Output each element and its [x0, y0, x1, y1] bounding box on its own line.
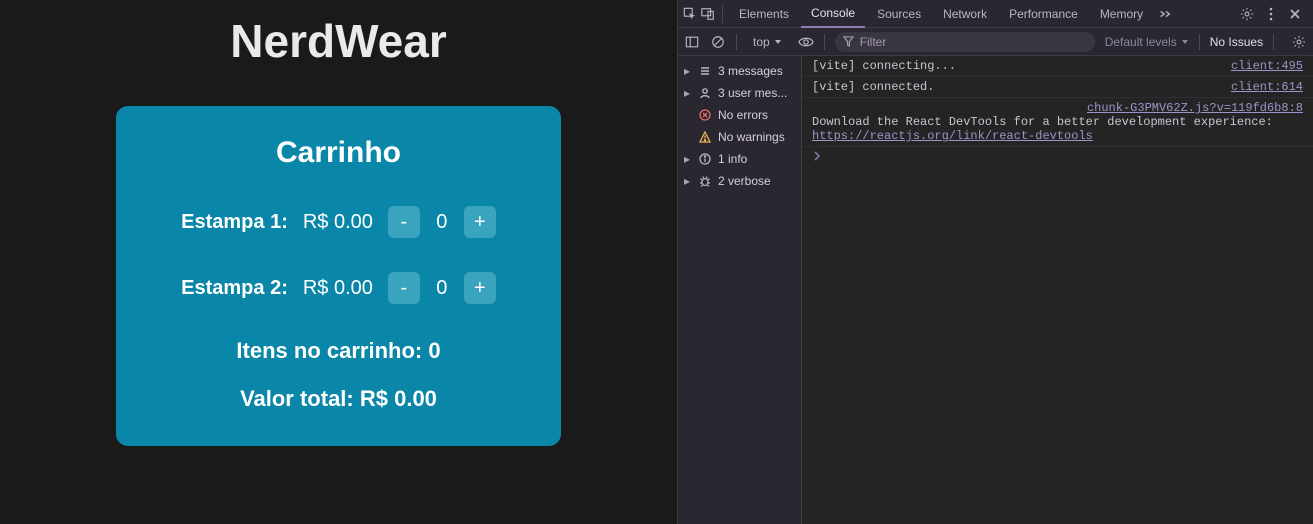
plus-icon: + — [474, 277, 486, 300]
console-toolbar: top Filter Default levels No Issues — [678, 28, 1313, 56]
clear-console-icon[interactable] — [710, 34, 726, 50]
context-label: top — [753, 35, 770, 49]
log-message: [vite] connecting... — [812, 59, 1221, 73]
inspect-icon[interactable] — [682, 6, 698, 22]
increment-button[interactable]: + — [464, 206, 496, 238]
sidebar-item-warnings[interactable]: No warnings — [678, 126, 801, 148]
console-prompt[interactable] — [802, 147, 1313, 165]
list-icon — [698, 64, 712, 78]
console-sidebar: ▸ 3 messages ▸ 3 user mes... No errors — [678, 56, 802, 524]
gear-icon[interactable] — [1239, 6, 1255, 22]
log-source-link[interactable]: chunk-G3PMV62Z.js?v=119fd6b8:8 — [1087, 101, 1303, 115]
cart-value-total: Valor total: R$ 0.00 — [138, 386, 539, 412]
filter-placeholder: Filter — [860, 35, 887, 49]
cart-item-label: Estampa 1: — [181, 211, 288, 234]
tab-sources[interactable]: Sources — [867, 0, 931, 28]
log-link[interactable]: https://reactjs.org/link/react-devtools — [812, 129, 1093, 143]
decrement-button[interactable]: - — [388, 206, 420, 238]
tab-memory[interactable]: Memory — [1090, 0, 1153, 28]
tab-network[interactable]: Network — [933, 0, 997, 28]
sidebar-item-messages[interactable]: ▸ 3 messages — [678, 60, 801, 82]
cart-item-qty: 0 — [434, 211, 450, 234]
log-source-link[interactable]: client:614 — [1231, 80, 1303, 94]
minus-icon: - — [401, 211, 408, 234]
cart-heading: Carrinho — [138, 136, 539, 170]
console-log-row: [vite] connecting... client:495 — [802, 56, 1313, 77]
levels-label: Default levels — [1105, 35, 1177, 49]
device-toolbar-icon[interactable] — [700, 6, 716, 22]
cart-row: Estampa 1: R$ 0.00 - 0 + — [138, 206, 539, 238]
context-selector[interactable]: top — [747, 33, 788, 51]
divider — [1199, 34, 1200, 50]
tab-console[interactable]: Console — [801, 0, 865, 28]
divider — [824, 34, 825, 50]
sidebar-item-user-messages[interactable]: ▸ 3 user mes... — [678, 82, 801, 104]
chevron-right-icon: ▸ — [684, 174, 692, 188]
log-message: Download the React DevTools for a better… — [812, 115, 1303, 143]
app-title: NerdWear — [230, 14, 446, 68]
eye-icon[interactable] — [798, 34, 814, 50]
user-icon — [698, 86, 712, 100]
spacer — [812, 101, 1077, 115]
tab-elements[interactable]: Elements — [729, 0, 799, 28]
sidebar-item-verbose[interactable]: ▸ 2 verbose — [678, 170, 801, 192]
log-source-link[interactable]: client:495 — [1231, 59, 1303, 73]
kebab-icon[interactable] — [1263, 6, 1279, 22]
sidebar-item-info[interactable]: ▸ 1 info — [678, 148, 801, 170]
more-tabs-icon[interactable] — [1157, 6, 1173, 22]
sidebar-label: No errors — [718, 108, 768, 122]
funnel-icon — [843, 36, 854, 47]
console-log-row: [vite] connected. client:614 — [802, 77, 1313, 98]
sidebar-label: 1 info — [718, 152, 747, 166]
cart-row: Estampa 2: R$ 0.00 - 0 + — [138, 272, 539, 304]
console-output: [vite] connecting... client:495 [vite] c… — [802, 56, 1313, 524]
devtools-body: ▸ 3 messages ▸ 3 user mes... No errors — [678, 56, 1313, 524]
sidebar-item-errors[interactable]: No errors — [678, 104, 801, 126]
filter-input[interactable]: Filter — [835, 32, 1095, 52]
log-message: [vite] connected. — [812, 80, 1221, 94]
divider — [722, 5, 723, 23]
minus-icon: - — [401, 277, 408, 300]
cart-items-count: Itens no carrinho: 0 — [138, 338, 539, 364]
decrement-button[interactable]: - — [388, 272, 420, 304]
app-pane: NerdWear Carrinho Estampa 1: R$ 0.00 - 0… — [0, 0, 677, 524]
chevron-right-icon: ▸ — [684, 86, 692, 100]
bug-icon — [698, 174, 712, 188]
log-text: Download the React DevTools for a better… — [812, 115, 1280, 129]
cart-item-price: R$ 0.00 — [302, 211, 374, 234]
cart-card: Carrinho Estampa 1: R$ 0.00 - 0 + Estamp… — [116, 106, 561, 446]
info-icon — [698, 152, 712, 166]
gear-icon[interactable] — [1291, 34, 1307, 50]
console-log-row: chunk-G3PMV62Z.js?v=119fd6b8:8 Download … — [802, 98, 1313, 147]
sidebar-label: 3 user mes... — [718, 86, 787, 100]
sidebar-label: 3 messages — [718, 64, 783, 78]
error-icon — [698, 108, 712, 122]
chevron-down-icon — [774, 38, 782, 46]
tab-performance[interactable]: Performance — [999, 0, 1088, 28]
chevron-down-icon — [1181, 38, 1189, 46]
sidebar-label: No warnings — [718, 130, 785, 144]
cart-item-price: R$ 0.00 — [302, 277, 374, 300]
increment-button[interactable]: + — [464, 272, 496, 304]
cart-item-label: Estampa 2: — [181, 277, 288, 300]
chevron-right-icon: ▸ — [684, 152, 692, 166]
plus-icon: + — [474, 211, 486, 234]
warning-icon — [698, 130, 712, 144]
close-icon[interactable] — [1287, 6, 1303, 22]
divider — [1273, 34, 1274, 50]
sidebar-label: 2 verbose — [718, 174, 771, 188]
log-levels-selector[interactable]: Default levels — [1105, 35, 1189, 49]
chevron-right-icon — [812, 151, 822, 161]
issues-button[interactable]: No Issues — [1210, 35, 1263, 49]
sidebar-toggle-icon[interactable] — [684, 34, 700, 50]
devtools-panel: Elements Console Sources Network Perform… — [677, 0, 1313, 524]
devtools-tabs: Elements Console Sources Network Perform… — [678, 0, 1313, 28]
cart-item-qty: 0 — [434, 277, 450, 300]
chevron-right-icon: ▸ — [684, 64, 692, 78]
divider — [736, 34, 737, 50]
